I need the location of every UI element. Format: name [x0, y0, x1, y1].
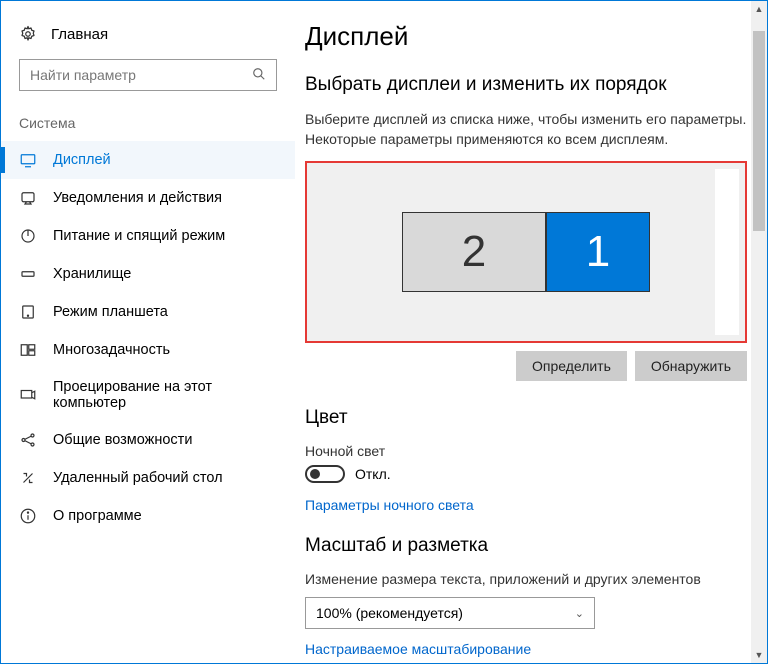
nav-item-label: О программе — [53, 508, 142, 524]
nav-item-label: Многозадачность — [53, 342, 170, 358]
display-arrangement[interactable]: 2 1 — [305, 161, 747, 343]
nav-item-label: Проецирование на этот компьютер — [53, 379, 277, 411]
chevron-down-icon: ⌄ — [575, 607, 584, 620]
scroll-down-icon[interactable]: ▼ — [751, 647, 767, 663]
nav-multitask[interactable]: Многозадачность — [1, 331, 295, 369]
nav-list: Дисплей Уведомления и действия Питание и… — [1, 141, 295, 535]
project-icon — [19, 386, 37, 404]
sidebar: Главная Найти параметр Система Дисплей У… — [1, 1, 295, 663]
nav-item-label: Дисплей — [53, 152, 111, 168]
nav-item-label: Уведомления и действия — [53, 190, 222, 206]
nav-tablet[interactable]: Режим планшета — [1, 293, 295, 331]
scale-combobox[interactable]: 100% (рекомендуется) ⌄ — [305, 597, 595, 629]
night-light-toggle-row: Откл. — [305, 465, 747, 483]
monitor-icon — [19, 151, 37, 169]
night-light-settings-link[interactable]: Параметры ночного света — [305, 497, 747, 513]
nav-power[interactable]: Питание и спящий режим — [1, 217, 295, 255]
arrange-desc: Выберите дисплей из списка ниже, чтобы и… — [305, 110, 747, 149]
nav-storage[interactable]: Хранилище — [1, 255, 295, 293]
main-content: Дисплей Выбрать дисплеи и изменить их по… — [295, 1, 767, 663]
nav-shared[interactable]: Общие возможности — [1, 421, 295, 459]
nav-item-label: Общие возможности — [53, 432, 192, 448]
nav-projecting[interactable]: Проецирование на этот компьютер — [1, 369, 295, 421]
nav-notifications[interactable]: Уведомления и действия — [1, 179, 295, 217]
nav-display[interactable]: Дисплей — [1, 141, 295, 179]
toggle-state: Откл. — [355, 466, 391, 482]
storage-icon — [19, 265, 37, 283]
section-label: Система — [1, 115, 295, 141]
scale-desc: Изменение размера текста, приложений и д… — [305, 571, 747, 587]
nav-item-label: Удаленный рабочий стол — [53, 470, 223, 486]
power-icon — [19, 227, 37, 245]
scale-header: Масштаб и разметка — [305, 535, 747, 557]
scroll-thumb[interactable] — [753, 31, 765, 231]
share-icon — [19, 431, 37, 449]
scale-value: 100% (рекомендуется) — [316, 605, 463, 621]
identify-button[interactable]: Определить — [516, 351, 627, 381]
night-light-toggle[interactable] — [305, 465, 345, 483]
page-title: Дисплей — [305, 21, 747, 52]
custom-scale-link[interactable]: Настраиваемое масштабирование — [305, 641, 747, 657]
display-buttons: Определить Обнаружить — [305, 351, 747, 381]
search-input[interactable]: Найти параметр — [19, 59, 277, 91]
nav-about[interactable]: О программе — [1, 497, 295, 535]
nav-remote[interactable]: Удаленный рабочий стол — [1, 459, 295, 497]
multitask-icon — [19, 341, 37, 359]
night-light-label: Ночной свет — [305, 443, 747, 459]
color-header: Цвет — [305, 407, 747, 429]
scrollbar[interactable]: ▲ ▼ — [751, 1, 767, 663]
notification-icon — [19, 189, 37, 207]
home-label: Главная — [51, 26, 108, 43]
monitor-1[interactable]: 1 — [546, 212, 650, 292]
detect-button[interactable]: Обнаружить — [635, 351, 747, 381]
arrange-header: Выбрать дисплеи и изменить их порядок — [305, 74, 747, 96]
scroll-up-icon[interactable]: ▲ — [751, 1, 767, 17]
nav-item-label: Режим планшета — [53, 304, 168, 320]
search-icon — [252, 67, 266, 84]
nav-item-label: Питание и спящий режим — [53, 228, 225, 244]
search-placeholder: Найти параметр — [30, 67, 252, 83]
nav-item-label: Хранилище — [53, 266, 131, 282]
info-icon — [19, 507, 37, 525]
gear-icon — [19, 25, 37, 43]
monitor-2[interactable]: 2 — [402, 212, 546, 292]
box-margin — [715, 169, 739, 335]
home-link[interactable]: Главная — [1, 21, 295, 59]
tablet-icon — [19, 303, 37, 321]
remote-icon — [19, 469, 37, 487]
